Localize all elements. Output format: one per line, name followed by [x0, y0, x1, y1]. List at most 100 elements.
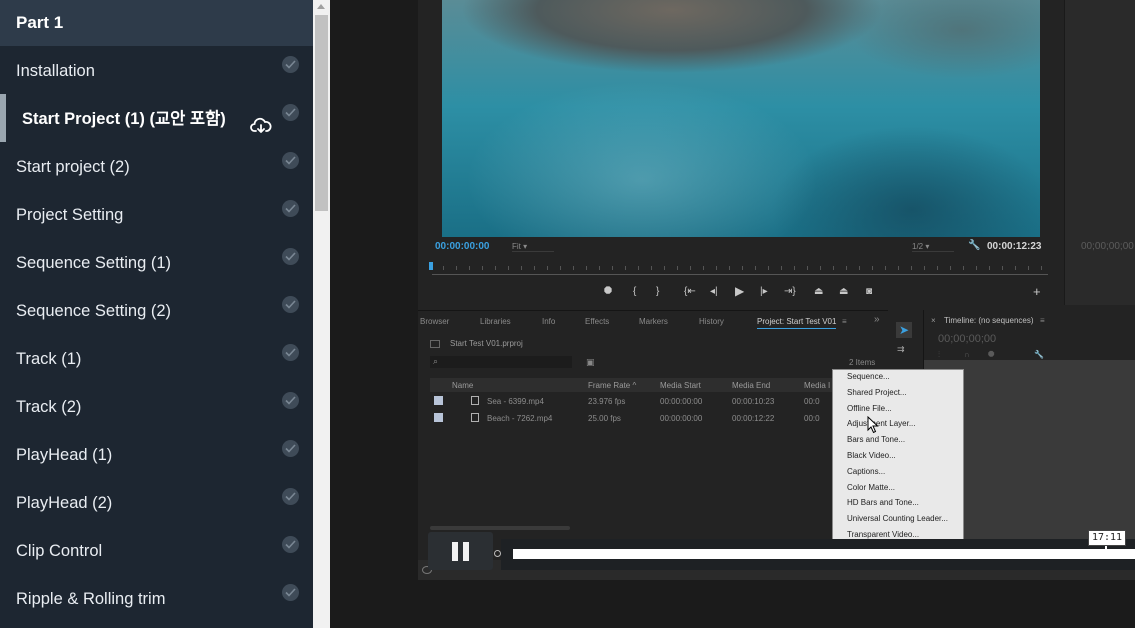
lift-icon[interactable]: ⏏	[814, 286, 823, 297]
lesson-item-playhead-1[interactable]: PlayHead (1)	[0, 430, 313, 478]
tab-info[interactable]: Info	[542, 317, 555, 326]
menu-item-bars-and-tone[interactable]: Bars and Tone...	[847, 435, 905, 444]
clip-name: Sea - 6399.mp4	[487, 397, 544, 406]
add-marker-icon[interactable]: ⯃	[988, 350, 994, 360]
video-clip-icon	[471, 396, 479, 405]
camera-icon[interactable]: ◙	[866, 286, 872, 297]
menu-item-black-video[interactable]: Black Video...	[847, 451, 896, 460]
lesson-item-sequence-setting-2[interactable]: Sequence Setting (2)	[0, 286, 313, 334]
project-hscrollbar[interactable]	[430, 526, 570, 530]
step-back-icon[interactable]: ◂|	[710, 286, 718, 297]
clip-name: Beach - 7262.mp4	[487, 414, 553, 423]
track-select-tool-icon[interactable]: ⇉	[897, 344, 905, 355]
selection-tool-icon[interactable]: ➤	[896, 322, 912, 338]
pause-button[interactable]	[428, 532, 493, 570]
project-search-input[interactable]: ⌕	[430, 356, 572, 368]
tab-project[interactable]: Project: Start Test V01	[757, 317, 837, 329]
volume-icon[interactable]	[494, 550, 501, 557]
tab-browser[interactable]: Browser	[420, 317, 449, 326]
menu-item-captions[interactable]: Captions...	[847, 467, 885, 476]
lesson-item-start-project-2[interactable]: Start project (2)	[0, 142, 313, 190]
lesson-item-project-setting[interactable]: Project Setting	[0, 190, 313, 238]
check-icon	[282, 56, 299, 73]
add-button-icon[interactable]: +	[1033, 284, 1041, 299]
lesson-item-playhead-2[interactable]: PlayHead (2)	[0, 478, 313, 526]
timeline-title[interactable]: Timeline: (no sequences)	[944, 316, 1034, 325]
go-to-out-icon[interactable]: ⇥}	[784, 286, 796, 297]
step-forward-icon[interactable]: |▸	[760, 286, 768, 297]
menu-item-offline-file[interactable]: Offline File...	[847, 404, 892, 413]
column-media-start[interactable]: Media Start	[660, 381, 701, 390]
timeline-menu-icon[interactable]: ≡	[1040, 316, 1045, 325]
menu-item-transparent-video[interactable]: Transparent Video...	[847, 530, 919, 539]
check-icon	[282, 536, 299, 553]
folder-icon	[430, 340, 440, 348]
more-tabs-icon[interactable]: »	[874, 314, 880, 325]
lesson-label: Project Setting	[16, 206, 124, 224]
sort-ascending-icon: ^	[632, 381, 637, 390]
lesson-item-clip-control[interactable]: Clip Control	[0, 526, 313, 574]
clip-row[interactable]: Beach - 7262.mp4 25.00 fps 00:00:00:00 0…	[430, 410, 888, 426]
check-icon	[282, 200, 299, 217]
section-header[interactable]: Part 1	[0, 0, 313, 46]
check-icon	[282, 584, 299, 601]
pause-icon	[463, 542, 469, 561]
column-frame-rate[interactable]: Frame Rate ^	[588, 381, 636, 390]
column-name[interactable]: Name	[452, 381, 473, 390]
video-player[interactable]: 00;00;00;00 00:00:00:00 Fit ▾ 1/2 ▾ 🔧 00…	[330, 0, 1135, 628]
column-media-extra[interactable]: Media I	[804, 381, 830, 390]
check-icon	[282, 440, 299, 457]
fit-dropdown[interactable]: Fit ▾	[512, 242, 554, 252]
scroll-up-arrow-icon[interactable]	[317, 4, 325, 9]
go-to-in-icon[interactable]: {⇤	[684, 286, 696, 297]
play-icon[interactable]: ▶	[735, 284, 744, 298]
lesson-item-ripple-rolling-trim[interactable]: Ripple & Rolling trim	[0, 574, 313, 622]
lesson-label: Start project (2)	[16, 158, 130, 176]
column-media-end[interactable]: Media End	[732, 381, 770, 390]
scrollbar-thumb[interactable]	[315, 15, 328, 211]
menu-item-sequence[interactable]: Sequence...	[847, 372, 890, 381]
close-timeline-icon[interactable]: ×	[931, 316, 936, 325]
marker-icon[interactable]: ⯃	[604, 286, 612, 297]
monitor-playhead[interactable]	[429, 262, 433, 270]
menu-item-color-matte[interactable]: Color Matte...	[847, 483, 895, 492]
tab-markers[interactable]: Markers	[639, 317, 668, 326]
progress-bar[interactable]	[513, 549, 1135, 559]
wrench-icon[interactable]: 🔧	[968, 240, 980, 251]
playhead-timecode[interactable]: 00:00:00:00	[435, 241, 489, 252]
menu-item-universal-counting-leader[interactable]: Universal Counting Leader...	[847, 514, 948, 523]
lesson-label: Clip Control	[16, 542, 103, 560]
new-item-context-menu: Sequence... Shared Project... Offline Fi…	[832, 369, 964, 541]
tab-history[interactable]: History	[699, 317, 724, 326]
resolution-dropdown[interactable]: 1/2 ▾	[912, 242, 954, 252]
ocean-video-frame	[442, 0, 1040, 237]
mark-in-icon[interactable]: {	[633, 286, 636, 297]
clip-media-end: 00:00:12:22	[732, 414, 775, 423]
source-timecode: 00;00;00;00	[1081, 241, 1134, 252]
linked-selection-icon[interactable]: ∩	[964, 350, 970, 359]
snap-icon[interactable]: ⫶	[938, 350, 940, 360]
lesson-label: PlayHead (1)	[16, 446, 113, 464]
new-bin-icon[interactable]: ▣	[586, 357, 595, 368]
lesson-item-start-project-1[interactable]: Start Project (1) (교안 포함)	[0, 94, 313, 142]
menu-item-hd-bars-and-tone[interactable]: HD Bars and Tone...	[847, 498, 919, 507]
lesson-item-track-1[interactable]: Track (1)	[0, 334, 313, 382]
lesson-item-installation[interactable]: Installation	[0, 46, 313, 94]
panel-menu-icon[interactable]: ≡	[842, 317, 847, 326]
check-icon	[282, 152, 299, 169]
tab-effects[interactable]: Effects	[585, 317, 609, 326]
check-icon	[282, 248, 299, 265]
lesson-item-sequence-setting-1[interactable]: Sequence Setting (1)	[0, 238, 313, 286]
check-icon	[282, 104, 299, 121]
tab-libraries[interactable]: Libraries	[480, 317, 511, 326]
mark-out-icon[interactable]: }	[656, 286, 659, 297]
project-file-name: Start Test V01.prproj	[450, 339, 523, 348]
extract-icon[interactable]: ⏏	[839, 286, 848, 297]
menu-item-shared-project[interactable]: Shared Project...	[847, 388, 907, 397]
sidebar-scrollbar[interactable]	[313, 0, 330, 628]
timeline-settings-icon[interactable]: 🔧	[1034, 350, 1044, 359]
menu-item-adjustment-layer[interactable]: Adjustment Layer...	[847, 419, 915, 428]
lesson-item-track-2[interactable]: Track (2)	[0, 382, 313, 430]
clip-row[interactable]: Sea - 6399.mp4 23.976 fps 00:00:00:00 00…	[430, 393, 888, 409]
timeline-timecode[interactable]: 00;00;00;00	[938, 333, 996, 345]
